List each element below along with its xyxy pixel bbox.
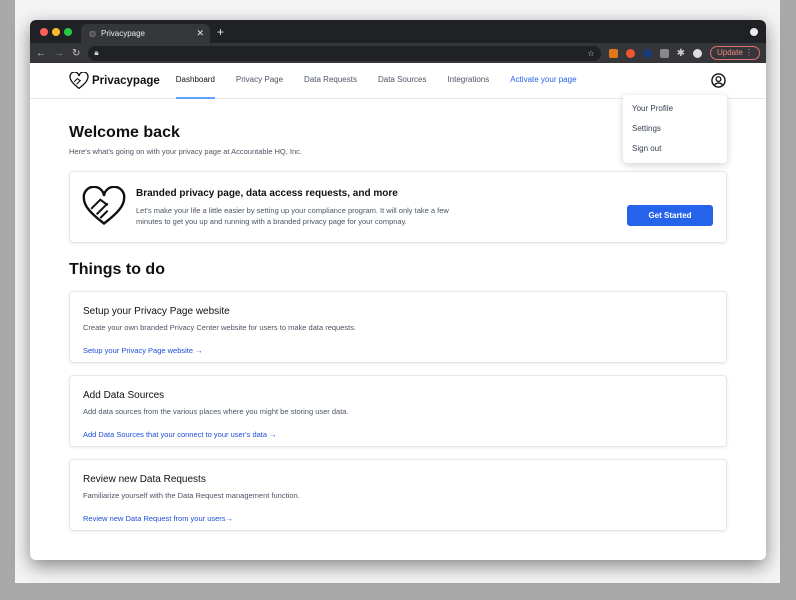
browser-toolbar: ← → ↻ 🔒︎ ☆ ✱ Update ⋮: [30, 43, 766, 63]
app-navbar: Privacypage Dashboard Privacy Page Data …: [30, 63, 766, 99]
close-window-button[interactable]: [40, 28, 48, 36]
card-title: Review new Data Requests: [83, 474, 206, 485]
metamask-extension-icon[interactable]: [608, 48, 618, 58]
card-text: Create your own branded Privacy Center w…: [83, 323, 357, 332]
handshake-heart-icon: [69, 71, 89, 89]
setup-privacy-page-link[interactable]: Setup your Privacy Page website →: [83, 346, 203, 355]
bookmark-star-icon[interactable]: ☆: [587, 49, 594, 58]
lock-icon: 🔒︎: [94, 48, 99, 57]
puzzle-extensions-icon[interactable]: ✱: [677, 48, 685, 59]
nav-data-requests[interactable]: Data Requests: [304, 63, 357, 99]
banner-title: Branded privacy page, data access reques…: [136, 188, 398, 199]
back-icon[interactable]: ←: [36, 48, 46, 59]
get-started-button[interactable]: Get Started: [627, 205, 713, 226]
main-content: Welcome back Here's what's going on with…: [30, 124, 766, 531]
tab-title: Privacypage: [100, 29, 146, 38]
browser-tab[interactable]: ◍ Privacypage ✕: [81, 24, 210, 43]
nav-dashboard[interactable]: Dashboard: [175, 63, 215, 99]
add-data-sources-link[interactable]: Add Data Sources that your connect to yo…: [83, 430, 277, 439]
brand-name: Privacypage: [92, 74, 160, 87]
brand-logo[interactable]: Privacypage: [69, 71, 160, 90]
card-text: Add data sources from the various places…: [83, 407, 349, 416]
close-tab-icon[interactable]: ✕: [196, 28, 204, 39]
minimize-window-button[interactable]: [52, 28, 60, 36]
extension-icon[interactable]: [659, 48, 669, 58]
card-title: Add Data Sources: [83, 390, 165, 401]
todo-card: Review new Data Requests Familiarize you…: [69, 459, 727, 531]
update-button[interactable]: Update ⋮: [709, 46, 760, 60]
banner-text: Let's make your life a little easier by …: [136, 206, 449, 226]
nav-privacy-page[interactable]: Privacy Page: [236, 63, 283, 99]
new-tab-button[interactable]: +: [217, 25, 224, 39]
reload-icon[interactable]: ↻: [72, 48, 80, 59]
forward-icon[interactable]: →: [54, 48, 64, 59]
todo-heading: Things to do: [69, 261, 165, 278]
maximize-window-button[interactable]: [64, 28, 72, 36]
user-menu-dropdown: Your Profile Settings Sign out: [623, 95, 727, 163]
update-label: Update: [716, 48, 743, 57]
extension-icon[interactable]: [625, 48, 635, 58]
nav-activate-page[interactable]: Activate your page: [510, 63, 576, 99]
menu-sign-out[interactable]: Sign out: [623, 139, 727, 159]
browser-window: ◍ Privacypage ✕ + ← → ↻ 🔒︎ ☆ ✱ Update ⋮ …: [30, 20, 766, 560]
tab-search-icon[interactable]: [750, 28, 758, 36]
todo-card: Add Data Sources Add data sources from t…: [69, 375, 727, 447]
extension-icon[interactable]: [642, 48, 652, 58]
nav-data-sources[interactable]: Data Sources: [378, 63, 426, 99]
menu-settings[interactable]: Settings: [623, 119, 727, 139]
todo-card: Setup your Privacy Page website Create y…: [69, 291, 727, 363]
globe-icon: ◍: [89, 29, 96, 38]
review-data-requests-link[interactable]: Review new Data Request from your users→: [83, 514, 233, 523]
menu-your-profile[interactable]: Your Profile: [623, 99, 727, 119]
onboarding-banner: Branded privacy page, data access reques…: [69, 171, 727, 243]
profile-avatar-icon[interactable]: [692, 48, 702, 58]
card-title: Setup your Privacy Page website: [83, 306, 230, 317]
card-text: Familiarize yourself with the Data Reque…: [83, 491, 300, 500]
nav-integrations[interactable]: Integrations: [447, 63, 489, 99]
tab-bar: ◍ Privacypage ✕ +: [30, 20, 766, 43]
handshake-heart-icon: [82, 186, 126, 225]
user-avatar-icon[interactable]: [711, 73, 726, 88]
address-bar[interactable]: 🔒︎ ☆: [88, 45, 601, 61]
